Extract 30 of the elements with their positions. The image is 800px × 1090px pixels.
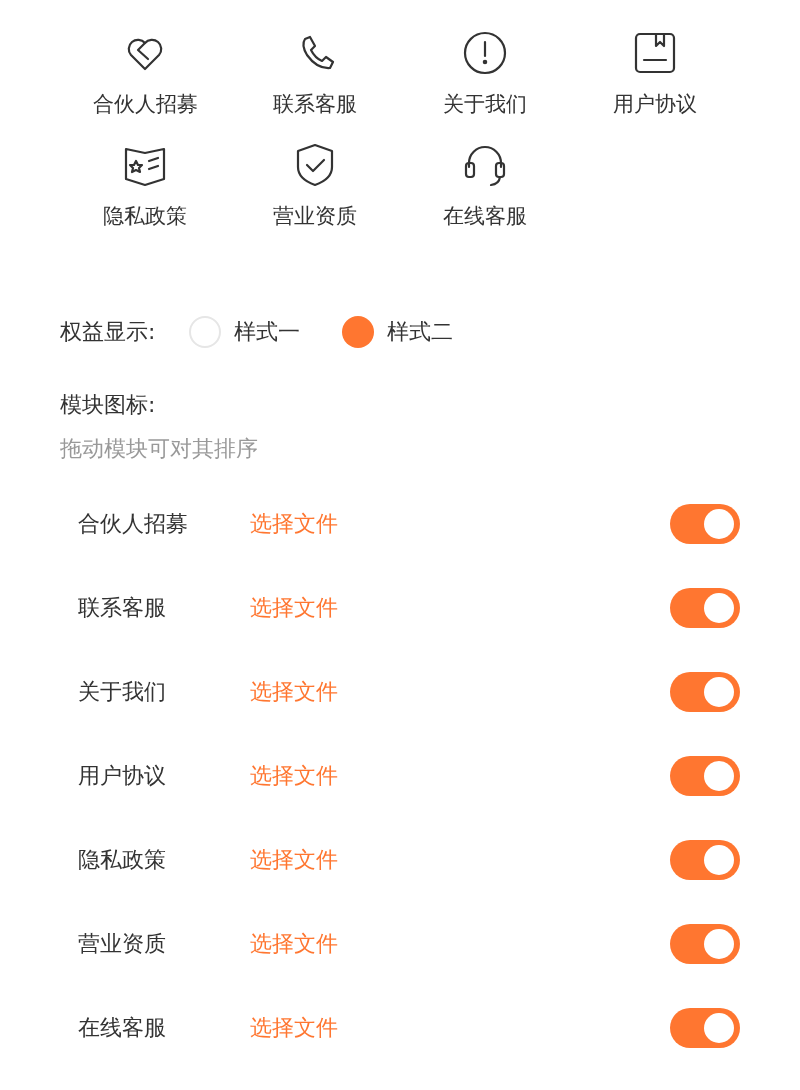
book-icon[interactable] [632,30,678,76]
module-name: 合伙人招募 [78,510,189,538]
module-name: 营业资质 [78,930,167,958]
module-name: 联系客服 [78,594,167,622]
toggle-switch[interactable] [670,504,740,544]
radio-label[interactable]: 样式二 [387,317,454,347]
shortcut-label[interactable]: 营业资质 [273,202,357,230]
shortcut-label[interactable]: 在线客服 [443,202,527,230]
benefit-display-label: 权益显示: [60,318,156,346]
module-name: 在线客服 [78,1014,167,1042]
toggle-switch[interactable] [670,924,740,964]
module-name: 隐私政策 [78,846,167,874]
module-icons-label: 模块图标: [60,391,157,419]
shortcut-label[interactable]: 用户协议 [613,90,697,118]
hint-text: 拖动模块可对其排序 [60,435,259,463]
info-icon[interactable] [462,30,508,76]
radio-button[interactable] [342,316,375,348]
toggle-switch[interactable] [670,840,740,880]
toggle-switch[interactable] [670,672,740,712]
toggle-switch[interactable] [670,756,740,796]
shortcut-label[interactable]: 关于我们 [443,90,527,118]
module-name: 关于我们 [78,678,167,706]
toggle-switch[interactable] [670,1008,740,1048]
radio-label[interactable]: 样式一 [234,317,301,347]
shortcut-label[interactable]: 隐私政策 [103,202,187,230]
shortcut-label[interactable]: 合伙人招募 [92,90,198,118]
toggle-switch[interactable] [670,588,740,628]
module-name: 用户协议 [78,762,167,790]
radio-button[interactable] [189,316,222,348]
shortcut-label[interactable]: 联系客服 [273,90,357,118]
